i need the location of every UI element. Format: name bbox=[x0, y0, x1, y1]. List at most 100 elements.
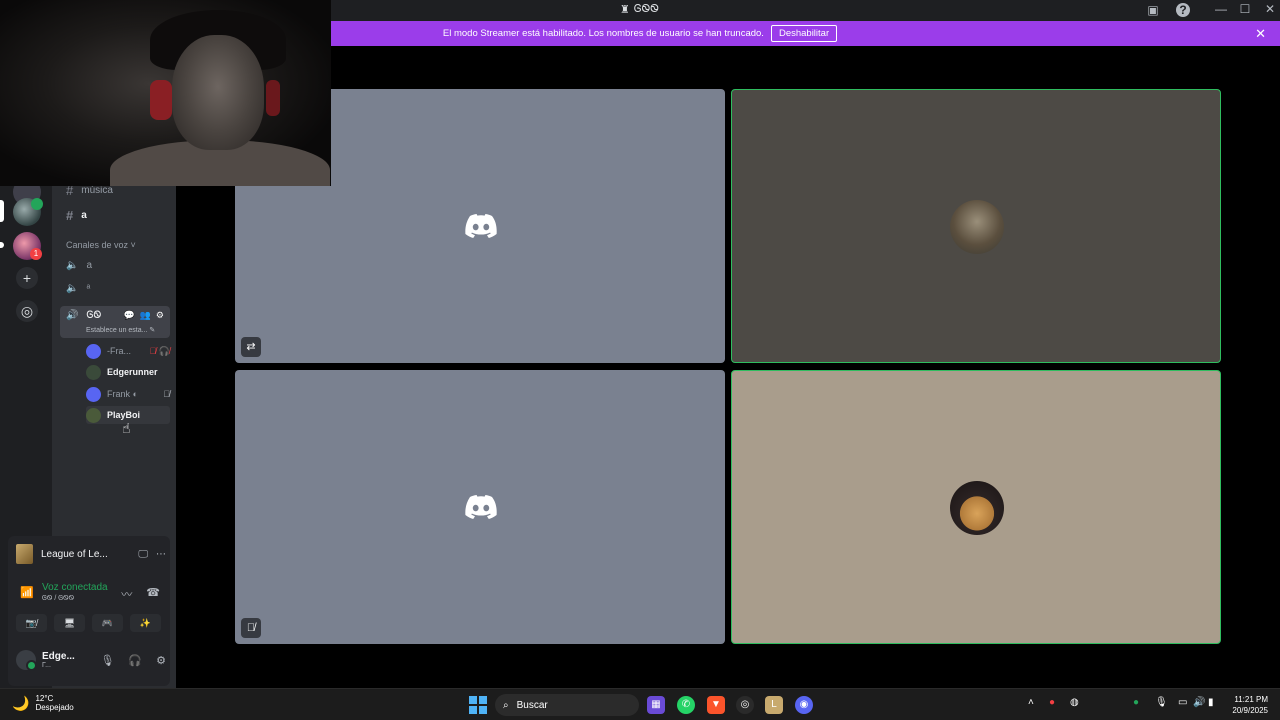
close-banner-icon[interactable]: ✕ bbox=[1255, 26, 1266, 42]
tray-status-icon[interactable]: ● bbox=[1133, 697, 1139, 708]
more-icon[interactable]: ⋯ bbox=[156, 549, 166, 560]
settings-icon[interactable]: ⚙ bbox=[156, 654, 166, 667]
voice-member[interactable]: Edgerunner bbox=[86, 363, 170, 381]
disconnect-icon[interactable]: ☎ bbox=[146, 586, 160, 602]
voice-channel-path: ᎶᏫ / ᎶᏫᏫ bbox=[42, 595, 75, 602]
webcam-overlay bbox=[0, 0, 331, 186]
avatar[interactable] bbox=[16, 650, 37, 671]
channel-label: ᵃ bbox=[86, 283, 91, 294]
avatar bbox=[86, 364, 101, 380]
channel-a[interactable]: # a bbox=[66, 208, 87, 223]
app-icon-media[interactable]: ▦ bbox=[647, 696, 665, 714]
window-title-text: ᎶᏫᏫ bbox=[633, 3, 659, 15]
speaker-icon: 🔈 bbox=[66, 283, 79, 294]
screen-share-icon[interactable]: 🖵 bbox=[138, 549, 148, 560]
mouse-cursor-icon: ☝ bbox=[122, 420, 131, 436]
member-name: Frank ◐ bbox=[107, 389, 138, 399]
screen-share-button[interactable]: 🖥 bbox=[54, 614, 85, 632]
camera-button[interactable]: 📷̸ bbox=[16, 614, 47, 632]
window-title: ♜ ᎶᏫᏫ bbox=[620, 3, 659, 16]
start-button[interactable] bbox=[469, 696, 487, 714]
inbox-icon[interactable]: ▣ bbox=[1146, 3, 1160, 17]
brave-icon[interactable]: ▼ bbox=[707, 696, 725, 714]
microphone-icon[interactable]: 🎙 bbox=[1155, 697, 1168, 708]
streamer-mode-text: El modo Streamer está habilitado. Los no… bbox=[442, 28, 764, 39]
game-icon bbox=[16, 544, 33, 564]
chat-icon[interactable]: 💬 bbox=[123, 310, 134, 321]
server-icon: ♜ bbox=[620, 4, 630, 16]
help-icon[interactable]: ? bbox=[1176, 3, 1190, 17]
voice-channel-actions: 💬 👥 ⚙ bbox=[123, 310, 164, 321]
taskbar-clock[interactable]: 11:21 PM 20/9/2025 bbox=[1232, 694, 1268, 716]
maximize-button[interactable]: ☐ bbox=[1237, 2, 1253, 16]
active-voice-label: ᎶᏫ bbox=[86, 310, 102, 321]
add-server-icon[interactable]: + bbox=[16, 267, 38, 289]
activity-row[interactable]: League of Le... 🖵 ⋯ bbox=[16, 544, 166, 564]
member-name: -Fra... bbox=[107, 346, 131, 356]
avatar bbox=[86, 407, 101, 423]
invite-icon[interactable]: 👥 bbox=[140, 310, 151, 321]
close-window-button[interactable]: ✕ bbox=[1262, 2, 1278, 16]
volume-icon[interactable]: 🔊 bbox=[1193, 697, 1205, 708]
unread-server-pill bbox=[0, 242, 4, 248]
user-controls: 🎙 🎧 ⚙ bbox=[100, 654, 166, 667]
settings-icon[interactable]: ⚙ bbox=[156, 310, 164, 321]
active-voice-name: 🔊 ᎶᏫ bbox=[66, 310, 101, 321]
taskbar-search[interactable]: ⌕ Buscar bbox=[495, 694, 639, 716]
app-icon-game[interactable]: ◎ bbox=[736, 696, 754, 714]
discover-icon[interactable]: ◎ bbox=[16, 300, 38, 322]
voice-actions: 📷̸ 🖥 🎮 ✨ bbox=[16, 614, 164, 632]
voice-category[interactable]: Canales de voz ˅ bbox=[66, 240, 136, 250]
avatar bbox=[86, 386, 101, 402]
server-icon-unread[interactable]: 1 bbox=[13, 232, 42, 260]
member-name: Edgerunner bbox=[107, 367, 158, 377]
voice-member[interactable]: Frank ◐ 🎙̸ bbox=[86, 385, 170, 403]
voice-channel-a[interactable]: 🔈 a bbox=[66, 260, 92, 271]
whatsapp-icon[interactable]: ✆ bbox=[677, 696, 695, 714]
muted-icon: 🎙̸ bbox=[241, 618, 261, 638]
activity-button[interactable]: 🎮 bbox=[92, 614, 123, 632]
search-icon: ⌕ bbox=[503, 699, 509, 711]
moon-icon: 🌙 bbox=[12, 694, 30, 711]
avatar bbox=[950, 200, 1004, 254]
active-voice-channel[interactable]: 🔊 ᎶᏫ 💬 👥 ⚙ Establece un esta... ✎ bbox=[60, 306, 170, 338]
network-icon[interactable]: ▭ bbox=[1178, 697, 1187, 708]
tray-app-icon[interactable]: ● bbox=[1049, 697, 1055, 708]
user-panel: League of Le... 🖵 ⋯ 📶 Voz conectada ᎶᏫ /… bbox=[8, 536, 170, 686]
user-info[interactable]: Edge... Γ... bbox=[42, 651, 75, 669]
clock-date: 20/9/2025 bbox=[1232, 706, 1268, 715]
video-tile-speaking[interactable] bbox=[731, 370, 1221, 644]
server-icon-active[interactable] bbox=[13, 198, 43, 226]
hash-icon: # bbox=[66, 208, 74, 223]
noise-suppression-icon[interactable]: 〰 bbox=[121, 586, 132, 602]
user-status: Γ... bbox=[42, 662, 51, 669]
video-tile[interactable]: 🎙̸ bbox=[235, 370, 725, 644]
discord-logo-icon bbox=[465, 495, 497, 519]
discord-logo-icon bbox=[465, 214, 497, 238]
voice-member[interactable]: -Fra... 🎙̸ 🎧̸ bbox=[86, 342, 170, 360]
battery-icon[interactable]: ▮ bbox=[1208, 697, 1214, 708]
disable-streamer-button[interactable]: Deshabilitar bbox=[770, 25, 838, 42]
voice-channel-a2[interactable]: 🔈 ᵃ bbox=[66, 283, 90, 294]
search-placeholder: Buscar bbox=[516, 699, 548, 711]
soundboard-button[interactable]: ✨ bbox=[130, 614, 161, 632]
league-icon[interactable]: L bbox=[765, 696, 783, 714]
avatar bbox=[86, 343, 101, 359]
minimize-button[interactable]: — bbox=[1213, 2, 1229, 16]
channel-label: a bbox=[81, 210, 87, 221]
voice-connected-label[interactable]: Voz conectada bbox=[42, 582, 108, 593]
voice-status-text[interactable]: Establece un esta... ✎ bbox=[86, 326, 155, 334]
headphones-icon[interactable]: 🎧 bbox=[128, 654, 142, 667]
headphone-right bbox=[266, 80, 280, 116]
steam-icon[interactable]: ◍ bbox=[1070, 697, 1079, 708]
user-name: Edge... bbox=[42, 651, 75, 662]
webcam-face bbox=[172, 35, 264, 150]
discord-app: ♜ ᎶᏫᏫ ▣ ? — ☐ ✕ El modo Streamer está ha… bbox=[0, 0, 1280, 688]
discord-taskbar-icon[interactable]: ◉ bbox=[795, 696, 813, 714]
clock-time: 11:21 PM bbox=[1234, 695, 1268, 704]
microphone-icon[interactable]: 🎙 bbox=[100, 654, 114, 667]
video-tile-speaking[interactable] bbox=[731, 89, 1221, 363]
taskbar: 🌙 12°C Despejado ⌕ Buscar ▦ ✆ ▼ ◎ L ◉ ˄ … bbox=[0, 688, 1280, 720]
weather-widget[interactable]: 🌙 12°C Despejado bbox=[12, 694, 74, 712]
show-hidden-icon[interactable]: ˄ bbox=[1028, 697, 1034, 708]
